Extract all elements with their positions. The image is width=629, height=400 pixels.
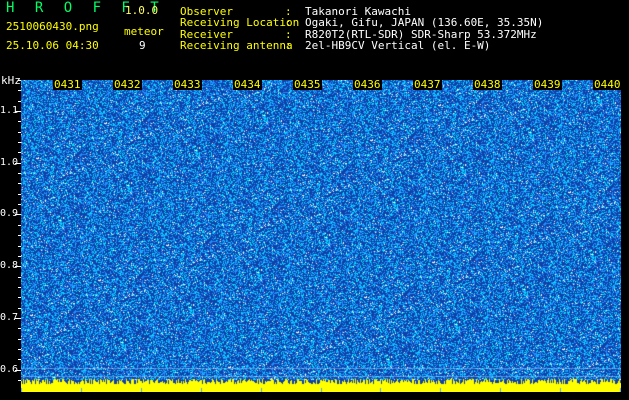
minute-label-row: 0431 0432 0433 0434 0435 0436 0437 0438 0439 0440: [21, 78, 622, 91]
minute-label-0435: 0435: [293, 78, 322, 91]
y-minor-mark: [15, 369, 21, 371]
y-minor-mark: [15, 317, 21, 319]
filename: 2510060430.png: [6, 20, 99, 33]
y-minor-mark: [15, 214, 21, 216]
minute-label-0436: 0436: [353, 78, 382, 91]
y-minor-mark: [18, 152, 21, 154]
info-label-antenna: Receiving antenna: [180, 39, 293, 52]
minute-label-0434: 0434: [233, 78, 262, 91]
y-minor-mark: [18, 193, 21, 195]
minute-label-0438: 0438: [473, 78, 502, 91]
y-minor-mark: [18, 204, 21, 206]
datetime: 25.10.06 04:30: [6, 39, 99, 52]
minute-label-0432: 0432: [113, 78, 142, 91]
y-minor-mark: [18, 380, 21, 381]
detection-count: 9: [139, 39, 146, 52]
y-minor-mark: [18, 183, 21, 185]
minute-label-0431: 0431: [53, 78, 82, 91]
y-minor-mark: [18, 100, 21, 102]
y-axis-minor-marks: [15, 80, 21, 392]
info-sep-antenna: :: [285, 39, 292, 52]
spectrogram-plot[interactable]: [21, 80, 621, 392]
detection-type-label: meteor: [124, 25, 164, 38]
y-minor-mark: [18, 297, 21, 299]
y-minor-mark: [18, 235, 21, 237]
y-minor-mark: [18, 307, 21, 309]
y-minor-mark: [18, 245, 21, 247]
y-minor-mark: [18, 131, 21, 133]
minute-label-0439: 0439: [533, 78, 562, 91]
y-minor-mark: [18, 338, 21, 340]
y-minor-mark: [15, 266, 21, 268]
minute-label-0437: 0437: [413, 78, 442, 91]
y-minor-mark: [18, 224, 21, 226]
y-minor-mark: [18, 142, 21, 144]
y-minor-mark: [15, 111, 21, 113]
y-minor-mark: [18, 359, 21, 361]
y-minor-mark: [18, 173, 21, 175]
y-minor-mark: [18, 286, 21, 288]
y-minor-mark: [18, 328, 21, 330]
y-minor-mark: [18, 348, 21, 350]
info-value-antenna: 2el-HB9CV Vertical (el. E-W): [305, 39, 491, 52]
minute-label-0433: 0433: [173, 78, 202, 91]
y-minor-mark: [18, 276, 21, 278]
minute-label-0440: 0440: [593, 78, 622, 91]
app-version: 1.0.0: [125, 4, 159, 17]
y-minor-mark: [15, 162, 21, 164]
y-minor-mark: [18, 121, 21, 123]
y-minor-mark: [18, 255, 21, 257]
